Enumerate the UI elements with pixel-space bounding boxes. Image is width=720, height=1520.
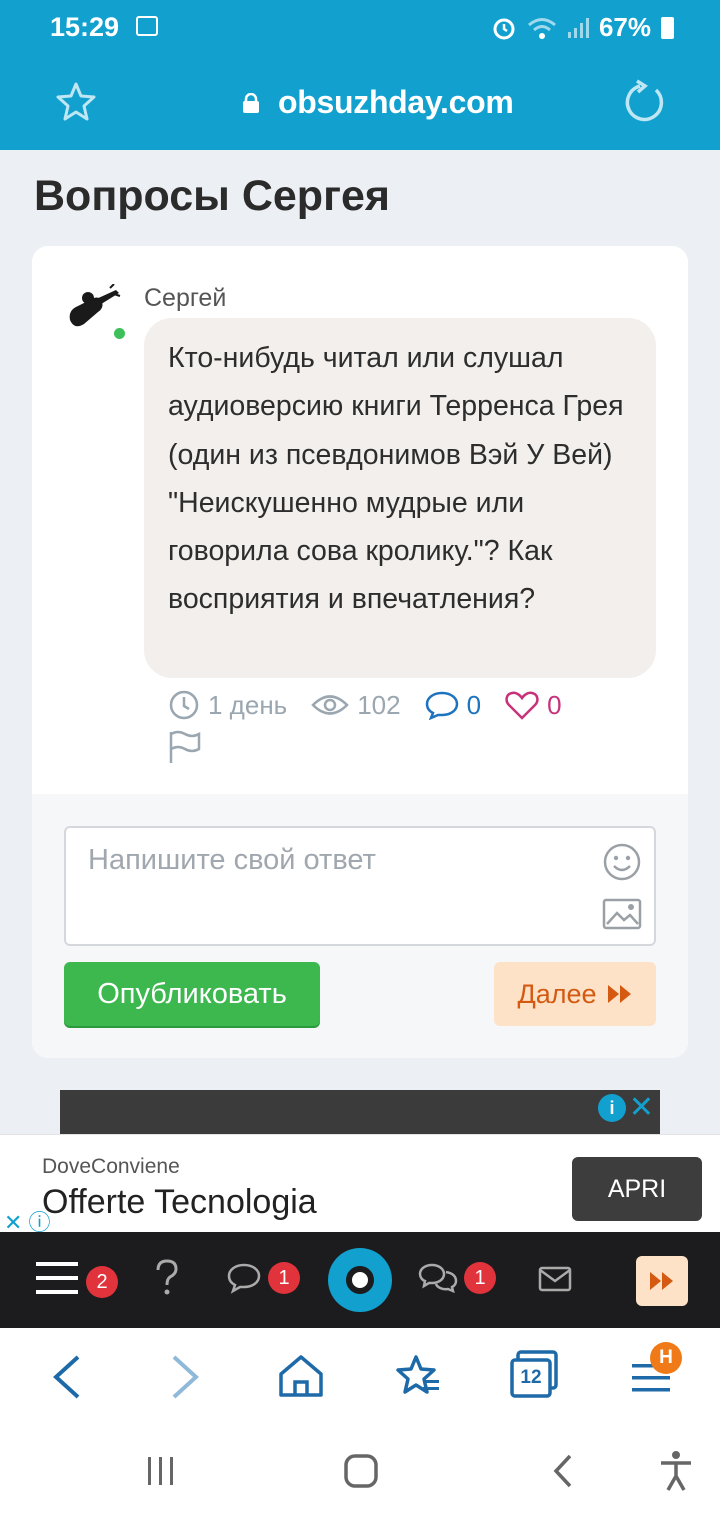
bookmarks-icon[interactable]: [396, 1354, 442, 1398]
browser-bottom-bar: 12 Н: [0, 1328, 720, 1428]
ad-open-button[interactable]: APRI: [572, 1157, 702, 1221]
page-title: Вопросы Сергея: [34, 172, 390, 220]
system-nav-bar: [0, 1428, 720, 1520]
ad-close-icon[interactable]: ✕: [629, 1090, 654, 1125]
heart-icon: [505, 691, 539, 720]
signal-icon: [567, 17, 589, 38]
messages-icon[interactable]: [226, 1262, 262, 1294]
tabs-button[interactable]: 12: [510, 1350, 558, 1398]
chats-icon[interactable]: [418, 1262, 458, 1294]
url-bar: obsuzhday.com: [0, 60, 720, 150]
wifi-icon: [527, 17, 556, 39]
time-ago: 1 день: [208, 689, 288, 720]
meta-views: 102: [311, 689, 401, 721]
question-meta: 1 день 102 0 0: [168, 688, 586, 722]
home-button-icon[interactable]: [344, 1454, 378, 1488]
views-count: 102: [357, 689, 401, 720]
answer-input[interactable]: Напишите свой ответ: [64, 826, 656, 946]
status-right: 67%: [491, 12, 674, 43]
question-card: Сергей Кто-нибудь читал или слушал аудио…: [32, 246, 688, 1058]
site-bottom-nav: 2 1 1: [0, 1232, 720, 1328]
publish-button[interactable]: Опубликовать: [64, 962, 320, 1026]
gallery-notification-icon: [136, 16, 158, 36]
ad-banner-top[interactable]: i ✕: [60, 1090, 660, 1134]
home-icon[interactable]: [278, 1354, 324, 1398]
status-time: 15:29: [50, 12, 120, 42]
url-text[interactable]: obsuzhday.com: [278, 84, 514, 121]
ad-title: Offerte Tecnologia: [42, 1183, 317, 1221]
ad-corner-close-icon[interactable]: ✕ ⓘ: [0, 1212, 64, 1234]
site-next-button[interactable]: [636, 1256, 688, 1306]
author-name[interactable]: Сергей: [144, 284, 226, 313]
reply-area: Напишите свой ответ Опубликовать Далее: [32, 794, 688, 1058]
lock-icon: [243, 93, 259, 113]
battery-percent: 67%: [598, 12, 651, 42]
fast-forward-icon: [650, 1272, 673, 1290]
bookmark-star-icon[interactable]: [54, 80, 98, 124]
chats-badge: 1: [464, 1262, 496, 1294]
comment-icon: [425, 691, 458, 720]
next-button[interactable]: Далее: [494, 962, 656, 1026]
online-indicator: [114, 328, 125, 339]
clock-icon: [169, 690, 199, 720]
menu-icon[interactable]: [36, 1260, 78, 1296]
browser-menu-badge: Н: [650, 1342, 682, 1374]
meta-time: 1 день: [168, 689, 287, 721]
ad-brand: DoveConviene: [42, 1155, 180, 1178]
likes-count: 0: [547, 689, 562, 720]
meta-comments[interactable]: 0: [425, 690, 481, 721]
question-text: Кто-нибудь читал или слушал аудиоверсию …: [144, 318, 656, 678]
reload-icon[interactable]: [620, 78, 668, 126]
answer-placeholder: Напишите свой ответ: [88, 844, 376, 876]
comments-count: 0: [466, 689, 482, 720]
home-logo-button[interactable]: [328, 1248, 392, 1312]
ad-info-icon[interactable]: i: [598, 1094, 626, 1122]
system-back-icon[interactable]: [552, 1454, 574, 1488]
browser-header: 15:29 67% obsuzhday.com: [0, 0, 720, 150]
mail-icon[interactable]: [538, 1266, 572, 1292]
forward-icon[interactable]: [168, 1354, 202, 1400]
image-upload-icon[interactable]: [602, 898, 642, 930]
next-label: Далее: [517, 978, 597, 1009]
battery-icon: [661, 16, 674, 39]
status-bar: 15:29 67%: [0, 0, 720, 56]
eye-icon: [311, 695, 349, 715]
question-icon[interactable]: [154, 1258, 180, 1298]
accessibility-icon[interactable]: [658, 1450, 694, 1492]
back-icon[interactable]: [50, 1354, 84, 1400]
tabs-count: 12: [520, 1367, 542, 1388]
meta-likes[interactable]: 0: [505, 689, 562, 721]
menu-badge: 2: [86, 1266, 118, 1298]
fast-forward-icon: [607, 985, 631, 1003]
messages-badge: 1: [268, 1262, 300, 1294]
recent-apps-icon[interactable]: [146, 1456, 176, 1486]
emoji-icon[interactable]: [602, 842, 642, 882]
ad-banner[interactable]: DoveConviene Offerte Tecnologia APRI: [0, 1134, 720, 1232]
alarm-icon: [493, 18, 515, 39]
report-flag-icon[interactable]: [168, 730, 202, 764]
